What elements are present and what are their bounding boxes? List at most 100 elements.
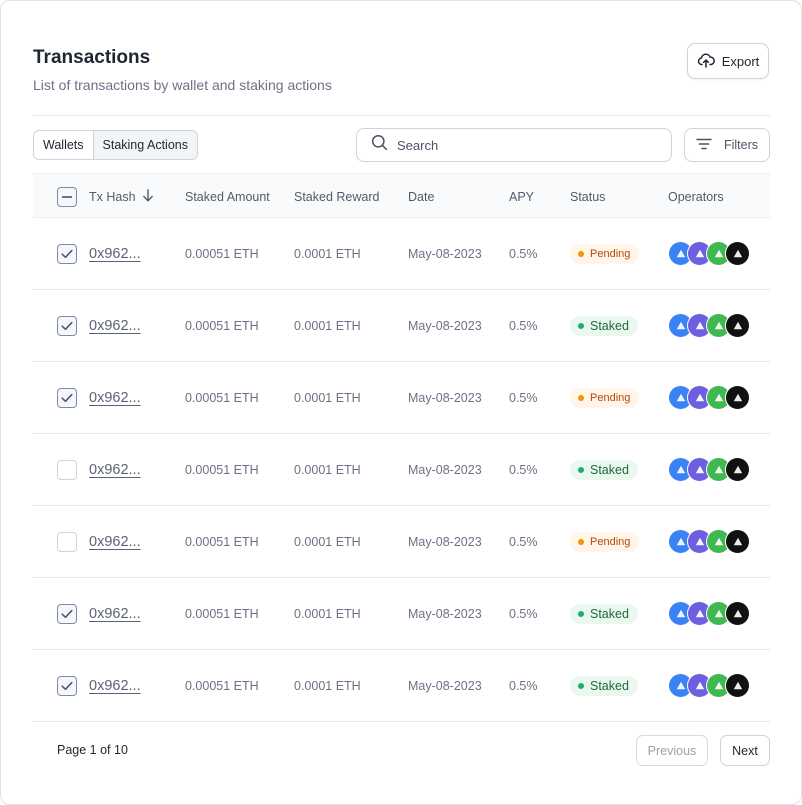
apy-cell: 0.5% [509,246,538,261]
tx-hash-link[interactable]: 0x962... [89,534,141,550]
operators-cell [668,434,750,505]
date-cell: May-08-2023 [408,462,482,477]
status-dot-icon [578,682,584,689]
col-date: Date [408,189,435,204]
select-all-checkbox[interactable] [57,186,77,207]
status-badge: Pending [570,387,640,408]
staked-amount: 0.00051 ETH [185,390,259,405]
operators-cell [668,650,750,721]
operator-stack[interactable] [668,241,750,266]
status-dot-icon [578,466,584,473]
status-label: Staked [590,678,629,693]
table-row[interactable]: 0x962... 0.00051 ETH 0.0001 ETH May-08-2023… [33,290,770,362]
transactions-card: Transactions List of transactions by wal… [0,0,802,805]
tx-hash-link[interactable]: 0x962... [89,390,141,406]
date-cell: May-08-2023 [408,678,482,693]
page-subtitle: List of transactions by wallet and staki… [33,77,332,93]
operator-stack[interactable] [668,385,750,410]
tx-hash-link[interactable]: 0x962... [89,318,141,334]
operator-avatar-icon [725,457,750,482]
header-divider [33,115,770,116]
status-dot-icon [578,538,584,545]
operators-cell [668,218,750,289]
row-checkbox[interactable] [57,243,77,264]
next-button[interactable]: Next [720,735,770,766]
status-badge: Staked [570,603,638,624]
operator-stack[interactable] [668,601,750,626]
search-icon [371,134,388,156]
tx-hash-cell: 0x962... [89,650,141,721]
row-checkbox[interactable] [57,603,77,624]
table-row[interactable]: 0x962... 0.00051 ETH 0.0001 ETH May-08-2023… [33,218,770,290]
status-badge: Pending [570,531,640,552]
staked-amount: 0.00051 ETH [185,678,259,693]
status-cell: Pending [570,362,640,433]
col-status: Status [570,189,606,204]
col-staked-reward: Staked Reward [294,189,380,204]
search-placeholder: Search [397,137,439,153]
apy-cell: 0.5% [509,678,538,693]
staked-reward: 0.0001 ETH [294,534,361,549]
export-label: Export [721,53,760,69]
operator-stack[interactable] [668,529,750,554]
filters-button[interactable]: Filters [684,128,770,162]
tx-hash-cell: 0x962... [89,290,141,361]
table-row[interactable]: 0x962... 0.00051 ETH 0.0001 ETH May-08-2023… [33,650,770,722]
tx-hash-link[interactable]: 0x962... [89,462,141,478]
table-row[interactable]: 0x962... 0.00051 ETH 0.0001 ETH May-08-2023… [33,506,770,578]
table-row[interactable]: 0x962... 0.00051 ETH 0.0001 ETH May-08-2023… [33,362,770,434]
row-checkbox[interactable] [57,387,77,408]
col-apy: APY [509,189,535,204]
status-label: Pending [590,247,631,260]
status-cell: Staked [570,434,638,505]
operator-stack[interactable] [668,457,750,482]
export-button[interactable]: Export [687,43,769,79]
row-select-cell [57,218,77,289]
status-cell: Pending [570,218,640,289]
staked-reward: 0.0001 ETH [294,318,361,333]
tx-hash-link[interactable]: 0x962... [89,678,141,694]
row-checkbox[interactable] [57,675,77,696]
operator-avatar-icon [725,601,750,626]
operator-avatar-icon [725,241,750,266]
tab-wallets[interactable]: Wallets [34,131,93,159]
operator-avatar-icon [725,385,750,410]
checkmark-icon [61,393,73,402]
status-badge: Staked [570,675,638,696]
cloud-upload-icon [697,52,715,71]
operators-cell [668,362,750,433]
operators-cell [668,578,750,649]
operator-stack[interactable] [668,313,750,338]
date-cell: May-08-2023 [408,534,482,549]
date-cell: May-08-2023 [408,318,482,333]
operator-avatar-icon [725,673,750,698]
search-input[interactable]: Search [356,128,672,162]
row-checkbox[interactable] [57,531,77,552]
tx-hash-cell: 0x962... [89,218,141,289]
staked-amount: 0.00051 ETH [185,462,259,477]
table-row[interactable]: 0x962... 0.00051 ETH 0.0001 ETH May-08-2023… [33,578,770,650]
apy-cell: 0.5% [509,534,538,549]
col-operators: Operators [668,189,724,204]
tx-hash-link[interactable]: 0x962... [89,246,141,262]
status-dot-icon [578,610,584,617]
select-all-cell [57,174,77,219]
status-badge: Staked [570,459,638,480]
table-header: Tx Hash Staked Amount Staked Reward Date… [33,173,770,218]
tx-hash-link[interactable]: 0x962... [89,606,141,622]
staked-reward: 0.0001 ETH [294,390,361,405]
row-checkbox[interactable] [57,459,77,480]
col-tx-hash[interactable]: Tx Hash [89,174,154,219]
table-row[interactable]: 0x962... 0.00051 ETH 0.0001 ETH May-08-2023… [33,434,770,506]
apy-cell: 0.5% [509,606,538,621]
staked-amount: 0.00051 ETH [185,318,259,333]
row-checkbox[interactable] [57,315,77,336]
status-label: Pending [590,391,631,404]
previous-button[interactable]: Previous [636,735,708,766]
operator-stack[interactable] [668,673,750,698]
tab-staking-actions[interactable]: Staking Actions [92,131,197,159]
row-select-cell [57,578,77,649]
status-badge: Pending [570,243,640,264]
filters-label: Filters [723,138,759,152]
operators-cell [668,290,750,361]
